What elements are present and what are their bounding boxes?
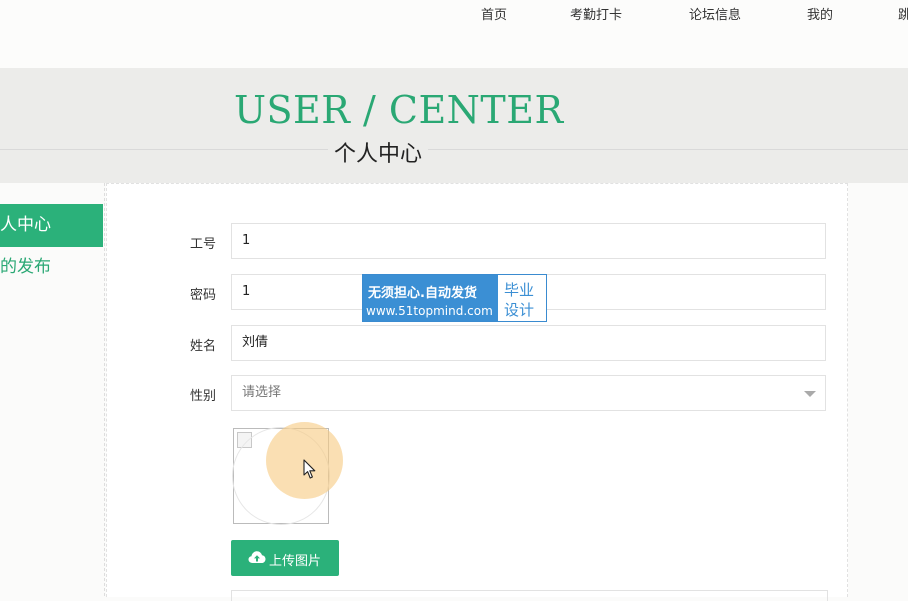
name-input[interactable]: 刘倩 [231,325,826,361]
chevron-down-icon [804,391,816,397]
nav-forum[interactable]: 论坛信息 [689,4,741,23]
nav-attendance[interactable]: 考勤打卡 [570,4,622,23]
gender-select[interactable]: 请选择 [231,375,826,411]
nav-jump[interactable]: 跳 [898,4,908,23]
sidebar-item-label: 个人中心 [0,215,51,235]
sidebar-item-profile[interactable]: 个人中心 [0,204,103,247]
watermark-url: www.51topmind.com [366,304,493,318]
watermark-right-top: 毕业 [504,281,535,299]
upload-image-button[interactable]: 上传图片 [231,540,339,576]
mouse-pointer-icon [303,459,316,479]
watermark-badge: 无须担心.自动发货 www.51topmind.com 毕业 设计 [362,274,547,322]
watermark-left-block: 无须担心.自动发货 www.51topmind.com [363,275,498,321]
password-label: 密码 [190,288,217,303]
watermark-right-bottom: 设计 [504,301,535,319]
nav-home[interactable]: 首页 [481,4,507,23]
employee-id-label: 工号 [190,237,217,252]
sidebar-item-label: 我的发布 [0,257,51,277]
watermark-slogan: 无须担心.自动发货 [368,286,477,301]
gender-select-placeholder: 请选择 [242,385,282,400]
upload-image-label: 上传图片 [269,553,322,568]
name-label: 姓名 [190,339,217,354]
cloud-upload-icon [248,551,266,563]
banner-subtitle: 个人中心 [328,136,429,168]
gender-label: 性别 [190,389,217,404]
banner-title: USER / CENTER [234,88,564,132]
sidebar-item-my-posts[interactable]: 我的发布 [0,246,103,289]
banner-divider [0,149,908,150]
sidebar: 个人中心 我的发布 [0,183,105,596]
nav-mine[interactable]: 我的 [807,4,833,23]
top-navigation: 首页 考勤打卡 论坛信息 我的 跳 [0,0,908,68]
employee-id-input[interactable]: 1 [231,223,826,259]
